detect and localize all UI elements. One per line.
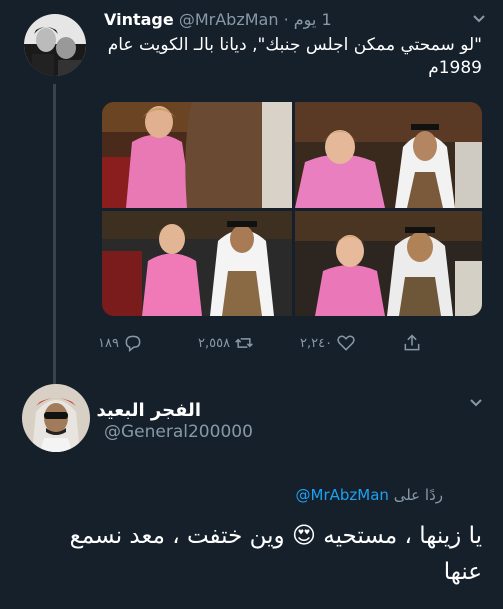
retweet-icon <box>235 338 253 348</box>
tweet-text: "لو سمحتي ممكن اجلس جنبك", ديانا بالـ ال… <box>107 35 482 78</box>
share-icon <box>404 334 420 351</box>
media-grid[interactable] <box>102 102 482 316</box>
retweets-count: ٢,٥٥٨ <box>198 335 231 351</box>
author-handle[interactable]: @General200000 <box>104 422 253 442</box>
avatar-image <box>22 384 90 452</box>
likes-count: ٢,٢٤٠ <box>300 335 333 351</box>
thread-connector-line <box>53 84 56 384</box>
author-name[interactable]: الفجر البعيد <box>96 400 201 421</box>
chevron-down-icon[interactable] <box>469 396 483 412</box>
reply-header: الفجر البعيد <box>96 400 201 421</box>
tweet-header: Vintage @MrAbzMan · 1 يوم <box>104 10 332 29</box>
photo-4[interactable] <box>295 211 482 316</box>
tweet-time[interactable]: 1 يوم <box>294 10 332 29</box>
replying-to-label: ردًا على <box>393 486 443 504</box>
photo-1[interactable] <box>102 102 292 208</box>
chevron-down-icon[interactable] <box>472 12 486 28</box>
reply-text-part1: يا زينها ، مستحيه <box>323 523 482 549</box>
retweet-button[interactable]: ٢,٥٥٨ <box>198 332 254 354</box>
replying-to-handle[interactable]: @MrAbzMan <box>296 486 389 504</box>
reply-icon <box>125 335 141 353</box>
like-button[interactable]: ٢,٢٤٠ <box>300 332 356 354</box>
separator: · <box>283 10 289 29</box>
author-name[interactable]: Vintage <box>104 10 174 29</box>
reply-button[interactable]: ١٨٩ <box>98 332 143 354</box>
share-button[interactable] <box>402 332 422 354</box>
author-handle[interactable]: @MrAbzMan <box>179 10 279 29</box>
reply-text: يا زينها ، مستحيه 😍 وين ختفت ، معد نسمع … <box>40 518 482 590</box>
replying-to: ردًا على @MrAbzMan <box>296 486 443 504</box>
smiling-heart-eyes-emoji-icon: 😍 <box>291 523 316 549</box>
photo-2[interactable] <box>295 102 482 208</box>
heart-icon <box>337 335 355 351</box>
photo-3[interactable] <box>102 211 292 316</box>
avatar-image <box>24 14 86 76</box>
avatar[interactable] <box>22 384 90 452</box>
replies-count: ١٨٩ <box>98 335 119 351</box>
avatar[interactable] <box>24 14 86 76</box>
